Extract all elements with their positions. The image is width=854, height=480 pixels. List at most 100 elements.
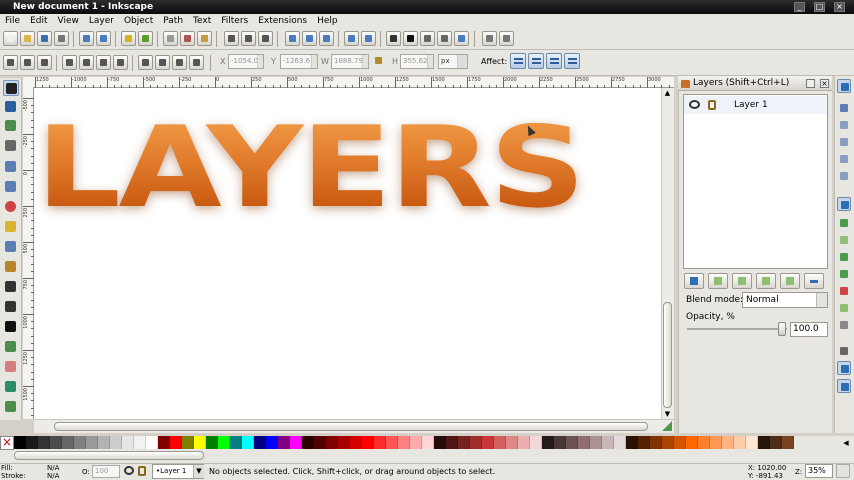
export-icon[interactable]	[96, 31, 111, 46]
snap-bbox-center-icon[interactable]	[837, 169, 851, 183]
print-icon[interactable]	[54, 31, 69, 46]
no-paint-swatch[interactable]: ×	[0, 436, 14, 450]
copy-icon[interactable]	[163, 31, 178, 46]
open-icon[interactable]	[20, 31, 35, 46]
color-swatch[interactable]	[590, 436, 602, 449]
color-swatch[interactable]	[770, 436, 782, 449]
layers-dialog-icon[interactable]	[420, 31, 435, 46]
layer-visibility-icon[interactable]	[124, 466, 134, 475]
menu-view[interactable]: View	[53, 14, 84, 28]
color-swatch[interactable]	[86, 436, 98, 449]
color-swatch[interactable]	[98, 436, 110, 449]
opacity-slider[interactable]	[687, 328, 787, 330]
affect-gradient-icon[interactable]	[546, 53, 562, 69]
color-swatch[interactable]	[290, 436, 302, 449]
color-swatch[interactable]	[626, 436, 638, 449]
palette-menu-icon[interactable]: ◀	[840, 437, 852, 449]
opacity-field[interactable]: 100.0	[790, 322, 828, 337]
flip-horizontal-icon[interactable]	[96, 55, 111, 70]
ellipse-tool-icon[interactable]	[3, 199, 19, 215]
snap-smooth-icon[interactable]	[837, 267, 851, 281]
new-document-icon[interactable]	[3, 31, 18, 46]
snap-bbox-corner-icon[interactable]	[837, 135, 851, 149]
raise-icon[interactable]	[155, 55, 170, 70]
layer-lock-icon[interactable]	[138, 466, 146, 476]
color-swatch[interactable]	[734, 436, 746, 449]
color-swatch[interactable]	[278, 436, 290, 449]
color-swatch[interactable]	[158, 436, 170, 449]
x-field[interactable]: -1054.0	[228, 54, 264, 69]
color-swatch[interactable]	[170, 436, 182, 449]
color-swatch[interactable]	[242, 436, 254, 449]
color-swatch[interactable]	[302, 436, 314, 449]
color-swatch[interactable]	[758, 436, 770, 449]
snap-midpoint-icon[interactable]	[837, 284, 851, 298]
snap-bbox-midpoint-icon[interactable]	[837, 152, 851, 166]
vertical-scroll-thumb[interactable]	[663, 302, 672, 408]
snap-toggle-icon[interactable]	[837, 79, 851, 93]
color-swatch[interactable]	[782, 436, 794, 449]
color-swatch[interactable]	[362, 436, 374, 449]
color-swatch[interactable]	[194, 436, 206, 449]
dock-detach-icon[interactable]	[806, 79, 815, 88]
color-swatch[interactable]	[662, 436, 674, 449]
zoom-drawing-icon[interactable]	[241, 31, 256, 46]
raise-layer-icon[interactable]	[732, 273, 752, 289]
color-swatch[interactable]	[638, 436, 650, 449]
color-swatch[interactable]	[446, 436, 458, 449]
color-swatch[interactable]	[266, 436, 278, 449]
layers-list[interactable]	[683, 94, 828, 269]
layers-text-object[interactable]: LAYERS	[36, 112, 586, 224]
color-swatch[interactable]	[386, 436, 398, 449]
zoom-page-icon[interactable]	[258, 31, 273, 46]
color-swatch[interactable]	[686, 436, 698, 449]
color-swatch[interactable]	[218, 436, 230, 449]
color-swatch[interactable]	[38, 436, 50, 449]
color-swatch[interactable]	[710, 436, 722, 449]
scroll-up-icon[interactable]: ▲	[664, 89, 671, 97]
calligraphy-tool-icon[interactable]	[3, 299, 19, 315]
affect-stroke-icon[interactable]	[510, 53, 526, 69]
star-tool-icon[interactable]	[3, 219, 19, 235]
text-font-icon[interactable]	[403, 31, 418, 46]
add-layer-icon[interactable]	[684, 273, 704, 289]
color-swatch[interactable]	[482, 436, 494, 449]
horizontal-scroll-thumb[interactable]	[54, 422, 648, 431]
layer-select-chevron-icon[interactable]: ▼	[193, 465, 204, 478]
menu-text[interactable]: Text	[188, 14, 216, 28]
remove-layer-icon[interactable]	[804, 273, 824, 289]
fill-stroke-icon[interactable]	[386, 31, 401, 46]
color-swatch[interactable]	[746, 436, 758, 449]
spray-tool-icon[interactable]	[3, 339, 19, 355]
ungroup-icon[interactable]	[361, 31, 376, 46]
snap-cusp-icon[interactable]	[837, 250, 851, 264]
select-all-layers-icon[interactable]	[20, 55, 35, 70]
menu-object[interactable]: Object	[119, 14, 158, 28]
color-swatch[interactable]	[26, 436, 38, 449]
color-swatch[interactable]	[470, 436, 482, 449]
menu-layer[interactable]: Layer	[84, 14, 119, 28]
pencil-tool-icon[interactable]	[3, 259, 19, 275]
w-field[interactable]: 1888.79	[331, 54, 369, 69]
lower-icon[interactable]	[172, 55, 187, 70]
color-swatch[interactable]	[134, 436, 146, 449]
color-swatch[interactable]	[62, 436, 74, 449]
spiral-tool-icon[interactable]	[3, 239, 19, 255]
color-swatch[interactable]	[602, 436, 614, 449]
unlock-icon[interactable]	[708, 100, 716, 110]
undo-icon[interactable]	[121, 31, 136, 46]
lower-layer-bottom-icon[interactable]	[780, 273, 800, 289]
minimize-button[interactable]: _	[794, 2, 805, 12]
h-field[interactable]: 355.626	[400, 54, 434, 69]
color-swatch[interactable]	[50, 436, 62, 449]
raise-layer-top-icon[interactable]	[708, 273, 728, 289]
snap-center-icon[interactable]	[837, 301, 851, 315]
y-field[interactable]: -1263.6	[280, 54, 318, 69]
opacity-slider-handle[interactable]	[778, 322, 786, 336]
color-swatch[interactable]	[14, 436, 26, 449]
snap-nodes-icon[interactable]	[837, 197, 851, 211]
selector-tool-icon[interactable]	[3, 80, 19, 96]
color-swatch[interactable]	[506, 436, 518, 449]
preferences-icon[interactable]	[482, 31, 497, 46]
rectangle-tool-icon[interactable]	[3, 159, 19, 175]
